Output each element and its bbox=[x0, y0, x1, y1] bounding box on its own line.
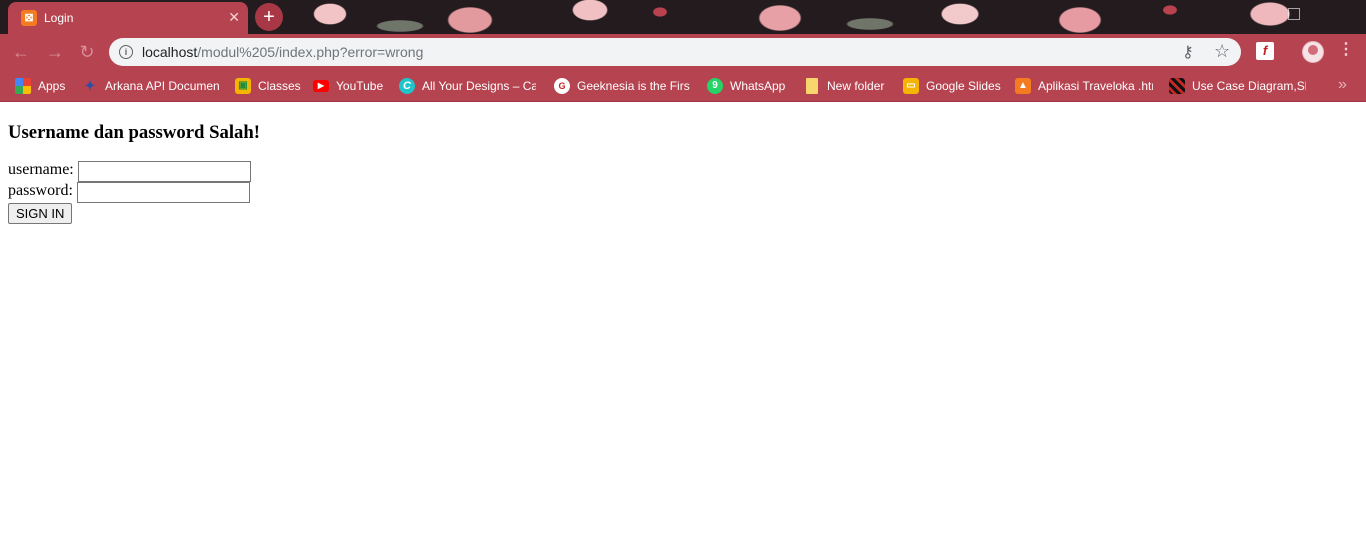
bookmark-whatsapp[interactable]: 9 WhatsApp bbox=[707, 77, 791, 95]
tab-title: Login bbox=[44, 11, 74, 25]
tab-login[interactable]: ⊠ Login ✕ bbox=[8, 2, 248, 34]
star-icon[interactable]: ☆ bbox=[1214, 41, 1230, 62]
bookmark-apps[interactable]: Apps bbox=[15, 77, 75, 95]
bookmark-label: Google Slides bbox=[926, 79, 1001, 93]
sign-in-button[interactable]: SIGN IN bbox=[8, 203, 73, 224]
bookmark-classes[interactable]: ▣ Classes bbox=[235, 77, 305, 95]
profile-avatar[interactable] bbox=[1302, 41, 1324, 63]
url-text[interactable]: localhost/modul%205/index.php?error=wron… bbox=[142, 44, 423, 60]
bookmarks-bar: Apps ✦ Arkana API Documen ▣ Classes ▶ Yo… bbox=[0, 70, 1366, 102]
tab-strip: ⊠ Login ✕ + bbox=[0, 0, 1366, 34]
url-host: localhost bbox=[142, 44, 198, 60]
browser-chrome: ⊠ Login ✕ + ← → ↻ i localhost/modul%205/… bbox=[0, 0, 1366, 102]
restore-window-icon[interactable] bbox=[1288, 8, 1300, 20]
chevron-right-icon[interactable]: » bbox=[1338, 76, 1347, 94]
bookmark-label: Use Case Diagram,Sk bbox=[1192, 79, 1306, 93]
new-tab-button[interactable]: + bbox=[255, 3, 283, 31]
bookmark-label: Apps bbox=[38, 79, 66, 93]
youtube-icon: ▶ bbox=[313, 80, 329, 92]
whatsapp-icon: 9 bbox=[707, 78, 723, 94]
bookmark-label: Aplikasi Traveloka .htm bbox=[1038, 79, 1153, 93]
address-bar[interactable]: i localhost/modul%205/index.php?error=wr… bbox=[109, 38, 1241, 66]
bookmark-arkana[interactable]: ✦ Arkana API Documen bbox=[82, 77, 219, 95]
key-icon[interactable]: ⚷ bbox=[1182, 42, 1194, 62]
bookmark-label: YouTube bbox=[336, 79, 384, 93]
username-input[interactable] bbox=[78, 161, 251, 182]
canva-icon: C bbox=[399, 78, 415, 94]
bookmark-label: WhatsApp bbox=[730, 79, 786, 93]
kebab-menu-icon[interactable]: ⋮ bbox=[1338, 42, 1354, 58]
error-heading: Username dan password Salah! bbox=[8, 122, 261, 143]
flash-extension-icon[interactable]: f bbox=[1256, 42, 1274, 60]
bookmark-label: All Your Designs – Ca bbox=[422, 79, 536, 93]
bookmark-geeknesia[interactable]: G Geeknesia is the First bbox=[554, 77, 690, 95]
bookmark-new-folder[interactable]: New folder bbox=[804, 77, 890, 95]
bookmark-canva[interactable]: C All Your Designs – Ca bbox=[399, 77, 536, 95]
bookmark-youtube[interactable]: ▶ YouTube bbox=[313, 77, 389, 95]
apps-grid-icon bbox=[15, 78, 31, 94]
bookmark-label: New folder bbox=[827, 79, 885, 93]
xampp-icon: ⊠ bbox=[21, 10, 37, 26]
bookmark-traveloka[interactable]: ▲ Aplikasi Traveloka .htm bbox=[1015, 77, 1153, 95]
reload-button[interactable]: ↻ bbox=[76, 41, 98, 63]
password-label: password: bbox=[8, 182, 73, 199]
geeknesia-icon: G bbox=[554, 78, 570, 94]
shapes-icon: ▲ bbox=[1015, 78, 1031, 94]
google-classroom-icon: ▣ bbox=[235, 78, 251, 94]
close-icon[interactable]: ✕ bbox=[228, 9, 240, 25]
browser-toolbar: ← → ↻ i localhost/modul%205/index.php?er… bbox=[0, 34, 1366, 70]
bookmark-label: Arkana API Documen bbox=[105, 79, 219, 93]
password-input[interactable] bbox=[77, 182, 250, 203]
bookmark-label: Geeknesia is the First bbox=[577, 79, 690, 93]
info-icon[interactable]: i bbox=[119, 45, 133, 59]
username-label: username: bbox=[8, 161, 74, 178]
document-icon bbox=[806, 78, 818, 94]
bookmark-label: Classes bbox=[258, 79, 301, 93]
google-slides-icon: ▭ bbox=[903, 78, 919, 94]
bookmark-use-case-diagram[interactable]: Use Case Diagram,Sk bbox=[1169, 77, 1306, 95]
back-button[interactable]: ← bbox=[10, 41, 32, 63]
forward-button[interactable]: → bbox=[44, 41, 66, 63]
bookmark-google-slides[interactable]: ▭ Google Slides bbox=[903, 77, 1003, 95]
url-path: /modul%205/index.php?error=wrong bbox=[197, 44, 424, 60]
hummingbird-icon: ✦ bbox=[84, 78, 96, 93]
pattern-icon bbox=[1169, 78, 1185, 94]
